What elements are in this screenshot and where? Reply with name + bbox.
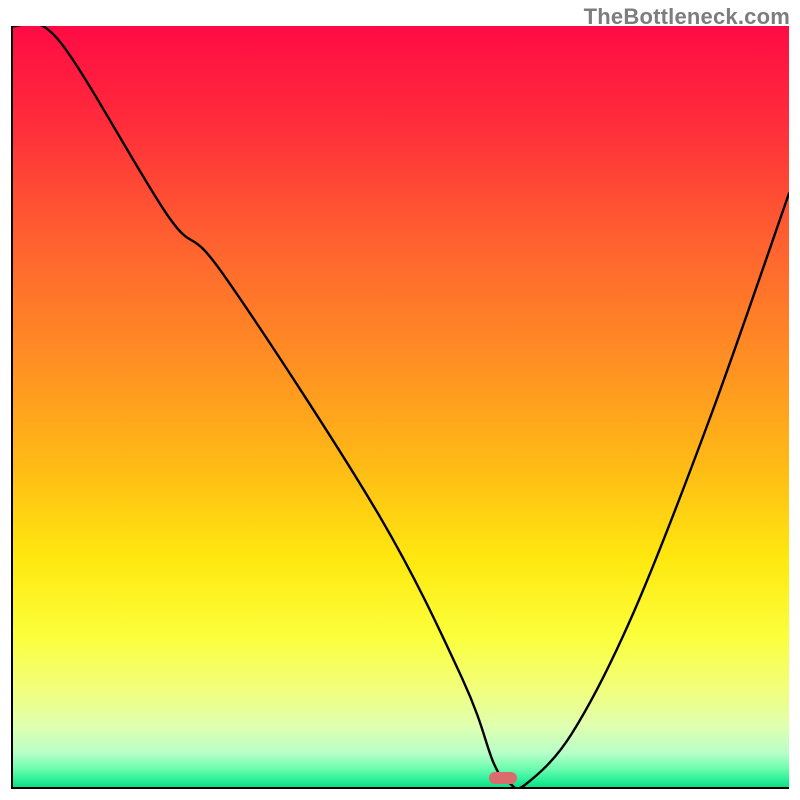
- chart-container: TheBottleneck.com: [0, 0, 800, 800]
- plot-area: [11, 26, 789, 789]
- gradient-background: [13, 26, 789, 787]
